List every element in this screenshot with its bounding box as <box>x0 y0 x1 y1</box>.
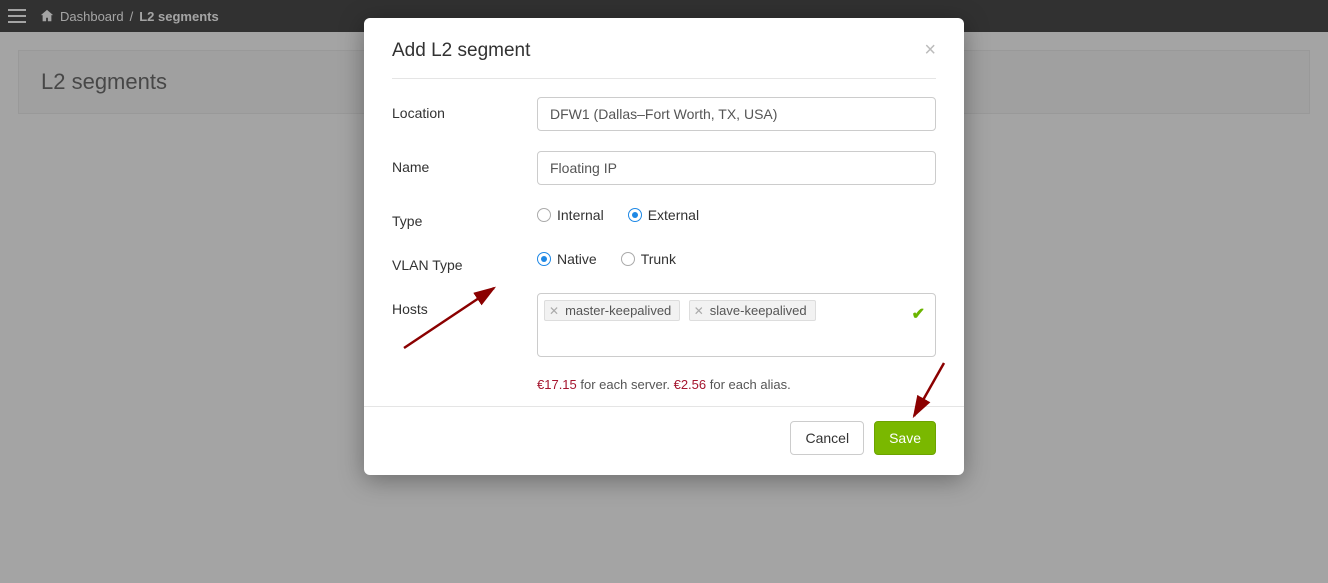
close-icon[interactable]: × <box>924 40 936 60</box>
radio-vlan-trunk[interactable]: Trunk <box>621 251 676 267</box>
radio-dot-icon <box>628 208 642 222</box>
alias-price-text: for each alias. <box>706 377 791 392</box>
radio-dot-icon <box>537 252 551 266</box>
label-vlan-type: VLAN Type <box>392 249 537 273</box>
host-tag-label: slave-keepalived <box>710 303 807 318</box>
radio-label-native: Native <box>557 251 597 267</box>
modal-footer: Cancel Save <box>364 406 964 475</box>
modal-title: Add L2 segment <box>392 40 530 62</box>
host-tag: ✕ master-keepalived <box>544 300 680 321</box>
radio-dot-icon <box>537 208 551 222</box>
label-type: Type <box>392 205 537 229</box>
pricing-line: €17.15 for each server. €2.56 for each a… <box>537 377 936 392</box>
check-icon: ✔ <box>912 304 925 324</box>
radio-label-external: External <box>648 207 699 223</box>
radio-label-trunk: Trunk <box>641 251 676 267</box>
radio-dot-icon <box>621 252 635 266</box>
label-hosts: Hosts <box>392 293 537 317</box>
radio-type-internal[interactable]: Internal <box>537 207 604 223</box>
save-button[interactable]: Save <box>874 421 936 455</box>
server-price-text: for each server. <box>577 377 674 392</box>
radio-type-external[interactable]: External <box>628 207 699 223</box>
cancel-button[interactable]: Cancel <box>790 421 864 455</box>
radio-vlan-native[interactable]: Native <box>537 251 597 267</box>
tag-remove-icon[interactable]: ✕ <box>549 304 559 318</box>
alias-price: €2.56 <box>674 377 707 392</box>
hosts-input[interactable]: ✕ master-keepalived ✕ slave-keepalived ✔ <box>537 293 936 357</box>
name-input[interactable] <box>537 151 936 185</box>
server-price: €17.15 <box>537 377 577 392</box>
location-input[interactable] <box>537 97 936 131</box>
label-location: Location <box>392 97 537 121</box>
radio-label-internal: Internal <box>557 207 604 223</box>
label-name: Name <box>392 151 537 175</box>
host-tag: ✕ slave-keepalived <box>689 300 816 321</box>
tag-remove-icon[interactable]: ✕ <box>694 304 704 318</box>
add-l2-modal: Add L2 segment × Location Name Type Inte… <box>364 18 964 475</box>
host-tag-label: master-keepalived <box>565 303 671 318</box>
